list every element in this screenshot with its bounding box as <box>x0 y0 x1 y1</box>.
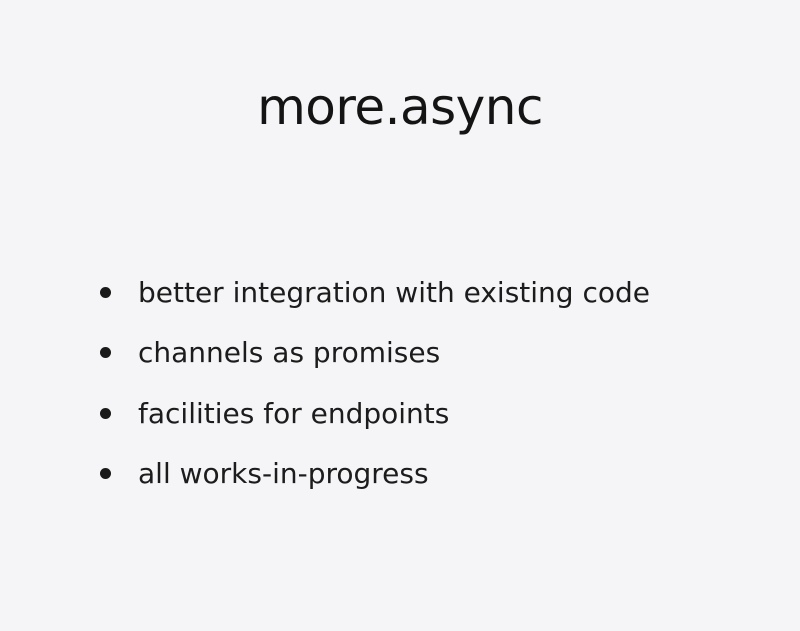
bullet-dot-icon <box>100 407 111 419</box>
bullet-text: channels as promises <box>138 336 441 370</box>
bullet-dot-icon <box>100 347 111 359</box>
bullet-dot-icon <box>100 286 111 298</box>
bullet-text: facilities for endpoints <box>138 396 450 430</box>
slide: more.async better integration with exist… <box>0 0 800 631</box>
bullet-item: facilities for endpoints <box>100 383 650 444</box>
bullet-text: better integration with existing code <box>138 275 650 309</box>
bullet-text: all works-in-progress <box>138 457 429 491</box>
bullet-list: better integration with existing code ch… <box>100 262 650 504</box>
bullet-item: channels as promises <box>100 323 650 384</box>
slide-title: more.async <box>257 78 543 136</box>
bullet-item: all works-in-progress <box>100 444 650 505</box>
bullet-dot-icon <box>100 468 111 480</box>
bullet-item: better integration with existing code <box>100 262 650 323</box>
